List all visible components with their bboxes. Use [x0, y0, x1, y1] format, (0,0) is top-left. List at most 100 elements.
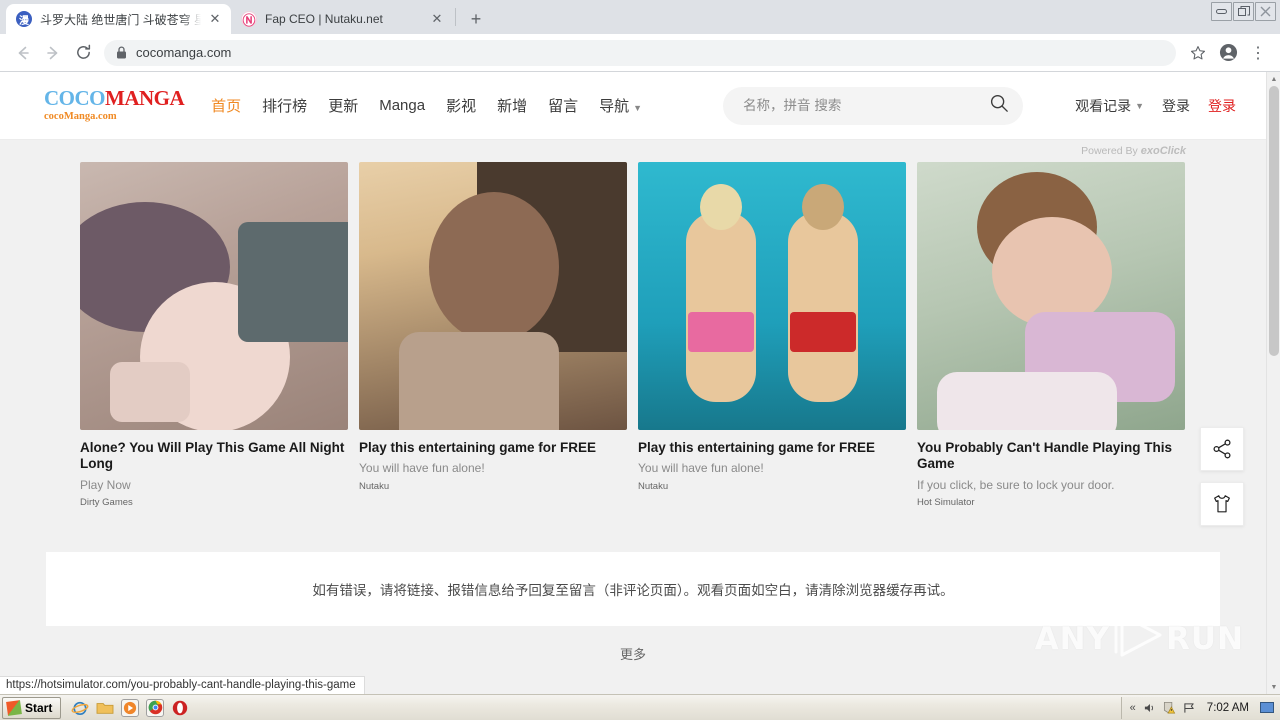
tab-close-icon[interactable]: ✕ [207, 11, 223, 27]
close-button[interactable] [1255, 2, 1276, 21]
exoclick-brand: exoClick [1140, 145, 1186, 157]
scroll-down-arrow-icon[interactable]: ▼ [1267, 680, 1280, 694]
window-controls [1211, 2, 1276, 21]
new-tab-button[interactable]: + [462, 5, 490, 33]
tab-close-icon[interactable]: ✕ [429, 11, 445, 27]
security-alert-icon[interactable] [1163, 701, 1176, 714]
ad-image[interactable] [359, 162, 627, 430]
logo-subtitle: cocoManga.com [44, 111, 117, 123]
ad-title[interactable]: Play this entertaining game for FREE [359, 440, 627, 456]
ad-card[interactable]: You Probably Can't Handle Playing This G… [917, 162, 1185, 508]
chevron-down-icon: ▼ [633, 103, 643, 113]
register-link[interactable]: 登录 [1208, 96, 1236, 116]
browser-tab-2[interactable]: Ⓝ Fap CEO | Nutaku.net ✕ [231, 4, 453, 34]
file-explorer-icon[interactable] [96, 699, 114, 717]
tab-strip: 漫 斗罗大陆 绝世唐门 斗破苍穹 星武神 ✕ Ⓝ Fap CEO | Nutak… [0, 0, 1280, 34]
ad-card[interactable]: Alone? You Will Play This Game All Night… [80, 162, 348, 508]
shop-button[interactable] [1200, 482, 1244, 526]
show-desktop-icon[interactable] [1260, 702, 1274, 713]
page-scrollbar[interactable]: ▲ ▼ [1266, 72, 1280, 694]
ad-card[interactable]: Play this entertaining game for FREE You… [359, 162, 627, 508]
nutaku-favicon-icon: Ⓝ [241, 11, 257, 28]
nav-item-manga[interactable]: Manga [378, 94, 426, 117]
site-nav: 首页 排行榜 更新 Manga 影视 新增 留言 导航 ▼ [210, 92, 643, 119]
windows-logo-icon [6, 699, 22, 716]
ad-card[interactable]: Play this entertaining game for FREE You… [638, 162, 906, 508]
ad-brand: Hot Simulator [917, 497, 975, 509]
ad-title[interactable]: Alone? You Will Play This Game All Night… [80, 440, 348, 473]
ad-description: You will have fun alone! [638, 461, 764, 476]
minimize-button[interactable] [1211, 2, 1232, 21]
close-icon [1260, 6, 1271, 17]
page-viewport: COCOMANGA cocoManga.com 首页 排行榜 更新 Manga … [0, 72, 1280, 694]
reload-button[interactable] [68, 38, 98, 68]
start-button-label: Start [25, 700, 53, 715]
nav-item-video[interactable]: 影视 [445, 92, 477, 119]
site-logo[interactable]: COCOMANGA cocoManga.com [44, 86, 185, 123]
tab-title: Fap CEO | Nutaku.net [265, 12, 383, 26]
reload-icon [76, 44, 90, 59]
site-search[interactable] [723, 86, 1024, 125]
powered-by-prefix: Powered By [1081, 145, 1138, 157]
media-player-icon[interactable] [121, 698, 140, 717]
nav-item-updates[interactable]: 更新 [327, 92, 359, 119]
nav-item-navigation[interactable]: 导航 ▼ [598, 92, 643, 119]
ad-brand: Nutaku [359, 480, 390, 492]
logo-coco-text: COCO [44, 86, 106, 111]
volume-icon[interactable] [1143, 702, 1156, 714]
forward-button[interactable] [38, 38, 68, 68]
bookmark-star-icon[interactable] [1184, 39, 1212, 67]
internet-explorer-icon[interactable] [71, 699, 89, 717]
ad-description: Play Now [80, 477, 131, 492]
ad-brand: Dirty Games [80, 497, 133, 509]
quick-launch-bar [71, 698, 189, 717]
search-input[interactable] [743, 98, 990, 113]
more-row: 更多 [46, 644, 1220, 663]
profile-icon[interactable] [1214, 39, 1242, 67]
tab-title: 斗罗大陆 绝世唐门 斗破苍穹 星武神 [40, 12, 201, 27]
nav-item-new[interactable]: 新增 [496, 92, 528, 119]
show-hidden-icons-button[interactable]: « [1130, 702, 1136, 714]
ad-title[interactable]: You Probably Can't Handle Playing This G… [917, 440, 1185, 473]
notice-text: 如有错误，请将链接、报错信息给予回复至留言（非评论页面）。观看页面如空白，请清除… [312, 583, 954, 599]
manga-favicon-icon: 漫 [16, 11, 32, 27]
address-bar[interactable]: cocomanga.com [104, 39, 1176, 66]
ad-brand: Nutaku [638, 480, 669, 492]
tshirt-icon [1214, 495, 1230, 513]
browser-toolbar: cocomanga.com ⋮ [0, 34, 1280, 72]
restore-button[interactable] [1233, 2, 1254, 21]
forward-arrow-icon [47, 46, 58, 59]
nav-item-home[interactable]: 首页 [210, 92, 242, 119]
clock[interactable]: 7:02 AM [1207, 702, 1249, 714]
chrome-icon[interactable] [146, 698, 165, 717]
back-arrow-icon [18, 46, 29, 59]
ad-image[interactable] [638, 162, 906, 430]
lock-icon [116, 46, 127, 59]
opera-icon[interactable] [171, 699, 189, 717]
watch-history-menu[interactable]: 观看记录 ▼ [1075, 96, 1144, 116]
login-link[interactable]: 登录 [1162, 96, 1190, 116]
scroll-up-arrow-icon[interactable]: ▲ [1267, 72, 1280, 86]
ad-powered-by: Powered By exoClick [0, 140, 1266, 162]
ad-image[interactable] [80, 162, 348, 430]
browser-tab-1[interactable]: 漫 斗罗大陆 绝世唐门 斗破苍穹 星武神 ✕ [6, 4, 231, 34]
share-button[interactable] [1200, 427, 1244, 471]
ad-description: If you click, be sure to lock your door. [917, 477, 1115, 492]
restore-icon [1237, 5, 1250, 16]
ad-title[interactable]: Play this entertaining game for FREE [638, 440, 906, 456]
ad-image[interactable] [917, 162, 1185, 430]
share-icon [1213, 439, 1231, 459]
network-icon[interactable] [1183, 702, 1196, 714]
browser-menu-icon[interactable]: ⋮ [1244, 39, 1272, 67]
nav-item-message[interactable]: 留言 [547, 92, 579, 119]
search-icon[interactable] [989, 93, 1009, 118]
back-button[interactable] [8, 38, 38, 68]
start-button[interactable]: Start [2, 696, 62, 719]
more-label[interactable]: 更多 [620, 644, 646, 663]
scrollbar-thumb[interactable] [1269, 86, 1279, 356]
tab-divider [455, 8, 456, 26]
status-bar-url: https://hotsimulator.com/you-probably-ca… [0, 676, 365, 694]
nav-item-ranking[interactable]: 排行榜 [261, 92, 308, 119]
site-notice: 如有错误，请将链接、报错信息给予回复至留言（非评论页面）。观看页面如空白，请清除… [46, 552, 1220, 627]
nav-item-navigation-label: 导航 [599, 98, 630, 115]
